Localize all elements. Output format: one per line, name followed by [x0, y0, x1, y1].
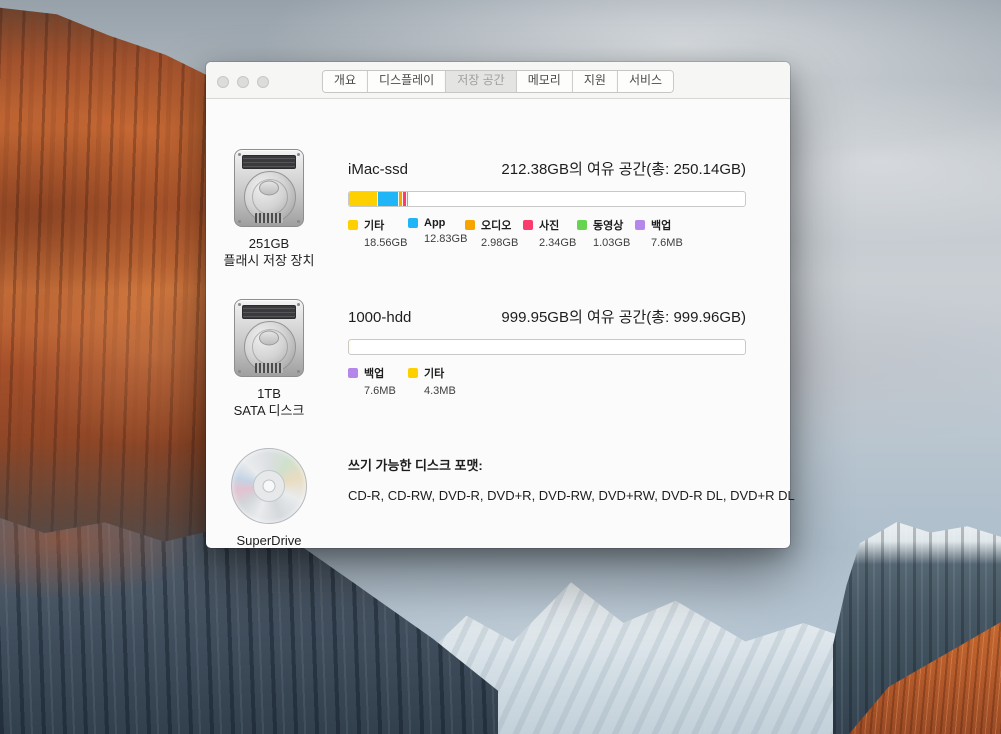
hdd-screw: [297, 220, 300, 223]
legend-label: 백업: [364, 365, 384, 381]
disk1-details: iMac-ssd 212.38GB의 여유 공간(총: 250.14GB) 기타…: [348, 158, 746, 249]
tab-displays[interactable]: 디스플레이: [368, 71, 446, 92]
disk1-free-space: 212.38GB의 여유 공간(총: 250.14GB): [501, 158, 746, 179]
legend-value: 4.3MB: [424, 385, 456, 397]
legend-value: 7.6MB: [651, 237, 683, 249]
disk2-free-space: 999.95GB의 여유 공간(총: 999.96GB): [501, 306, 746, 327]
hdd-screw: [238, 153, 241, 156]
disk2-legend: 백업 7.6MB 기타 4.3MB: [348, 365, 746, 397]
legend-label: 백업: [651, 217, 671, 233]
legend-item-photos: 사진 2.34GB: [523, 217, 577, 249]
close-button[interactable]: [217, 76, 229, 88]
legend-label: App: [424, 217, 445, 229]
storage-segment-backup: [409, 192, 410, 206]
hdd-label-strip: [242, 155, 296, 169]
hdd-label-strip: [242, 305, 296, 319]
tab-bar: 개요 디스플레이 저장 공간 메모리 지원 서비스: [322, 70, 674, 93]
superdrive-icon-column: SuperDrive: [214, 448, 324, 549]
legend-label: 오디오: [481, 217, 511, 233]
legend-value: 2.98GB: [481, 237, 523, 249]
cd-disc-icon: [231, 448, 307, 524]
tab-memory[interactable]: 메모리: [517, 71, 573, 92]
tab-overview[interactable]: 개요: [323, 71, 368, 92]
minimize-button[interactable]: [237, 76, 249, 88]
disk2-type: SATA 디스크: [214, 402, 324, 419]
internal-hard-drive-icon: [234, 299, 304, 377]
legend-value: 2.34GB: [539, 237, 577, 249]
superdrive-caption: SuperDrive: [214, 532, 324, 549]
disk2-caption: 1TB SATA 디스크: [214, 385, 324, 419]
hdd-screw: [238, 370, 241, 373]
tab-storage[interactable]: 저장 공간: [446, 71, 517, 92]
legend-label: 기타: [424, 365, 444, 381]
storage-pane: 251GB 플래시 저장 장치 iMac-ssd 212.38GB의 여유 공간…: [206, 99, 790, 548]
legend-value: 18.56GB: [364, 237, 408, 249]
disk2-details: 1000-hdd 999.95GB의 여유 공간(총: 999.96GB) 백업…: [348, 306, 746, 397]
disk2-title-row: 1000-hdd 999.95GB의 여유 공간(총: 999.96GB): [348, 306, 746, 327]
legend-label: 동영상: [593, 217, 623, 233]
hdd-screw: [297, 370, 300, 373]
swatch-app: [408, 218, 418, 228]
legend-label: 기타: [364, 217, 384, 233]
disk1-capacity: 251GB: [214, 235, 324, 252]
legend-item-backup: 백업 7.6MB: [348, 365, 408, 397]
legend-value: 7.6MB: [364, 385, 408, 397]
superdrive-name: SuperDrive: [214, 532, 324, 549]
disk2-name: 1000-hdd: [348, 309, 411, 326]
legend-item-movies: 동영상 1.03GB: [577, 217, 635, 249]
hdd-hub: [259, 331, 279, 346]
storage-segment-app: [378, 192, 398, 206]
disk1-title-row: iMac-ssd 212.38GB의 여유 공간(총: 250.14GB): [348, 158, 746, 179]
legend-item-audio: 오디오 2.98GB: [465, 217, 523, 249]
writable-formats-list: CD-R, CD-RW, DVD-R, DVD+R, DVD-RW, DVD+R…: [348, 488, 746, 503]
hdd-vents: [255, 213, 283, 223]
legend-value: 12.83GB: [424, 233, 465, 245]
tab-service[interactable]: 서비스: [618, 71, 673, 92]
hdd-hub: [259, 181, 279, 196]
storage-segment-other: [350, 340, 351, 354]
disk1-name: iMac-ssd: [348, 161, 408, 178]
superdrive-details: 쓰기 가능한 디스크 포맷: CD-R, CD-RW, DVD-R, DVD+R…: [348, 455, 746, 503]
legend-item-app: App 12.83GB: [408, 217, 465, 249]
legend-item-other: 기타 4.3MB: [408, 365, 456, 397]
disk1-usage-bar: [348, 191, 746, 207]
traffic-lights: [217, 76, 269, 88]
tab-support[interactable]: 지원: [573, 71, 618, 92]
legend-item-backup: 백업 7.6MB: [635, 217, 683, 249]
about-this-mac-window: 개요 디스플레이 저장 공간 메모리 지원 서비스 251GB 플래시 저장: [206, 62, 790, 548]
zoom-button[interactable]: [257, 76, 269, 88]
swatch-other: [408, 368, 418, 378]
hdd-screw: [238, 220, 241, 223]
disk2-capacity: 1TB: [214, 385, 324, 402]
legend-label: 사진: [539, 217, 559, 233]
hdd-screw: [297, 153, 300, 156]
writable-formats-title: 쓰기 가능한 디스크 포맷:: [348, 455, 746, 474]
legend-value: 1.03GB: [593, 237, 635, 249]
titlebar: 개요 디스플레이 저장 공간 메모리 지원 서비스: [206, 62, 790, 99]
swatch-movies: [577, 220, 587, 230]
disk1-type: 플래시 저장 장치: [214, 252, 324, 269]
hdd-vents: [255, 363, 283, 373]
storage-segment-other: [349, 192, 378, 206]
swatch-audio: [465, 220, 475, 230]
legend-item-other: 기타 18.56GB: [348, 217, 408, 249]
disk1-caption: 251GB 플래시 저장 장치: [214, 235, 324, 269]
disk2-icon-column: 1TB SATA 디스크: [214, 299, 324, 419]
disk1-icon-column: 251GB 플래시 저장 장치: [214, 149, 324, 269]
swatch-backup: [635, 220, 645, 230]
hdd-screw: [238, 303, 241, 306]
internal-hard-drive-icon: [234, 149, 304, 227]
disk1-legend: 기타 18.56GB App 12.83GB 오디오 2.98GB 사진 2.3…: [348, 217, 746, 249]
swatch-photos: [523, 220, 533, 230]
swatch-other: [348, 220, 358, 230]
hdd-screw: [297, 303, 300, 306]
swatch-backup: [348, 368, 358, 378]
disk2-usage-bar: [348, 339, 746, 355]
